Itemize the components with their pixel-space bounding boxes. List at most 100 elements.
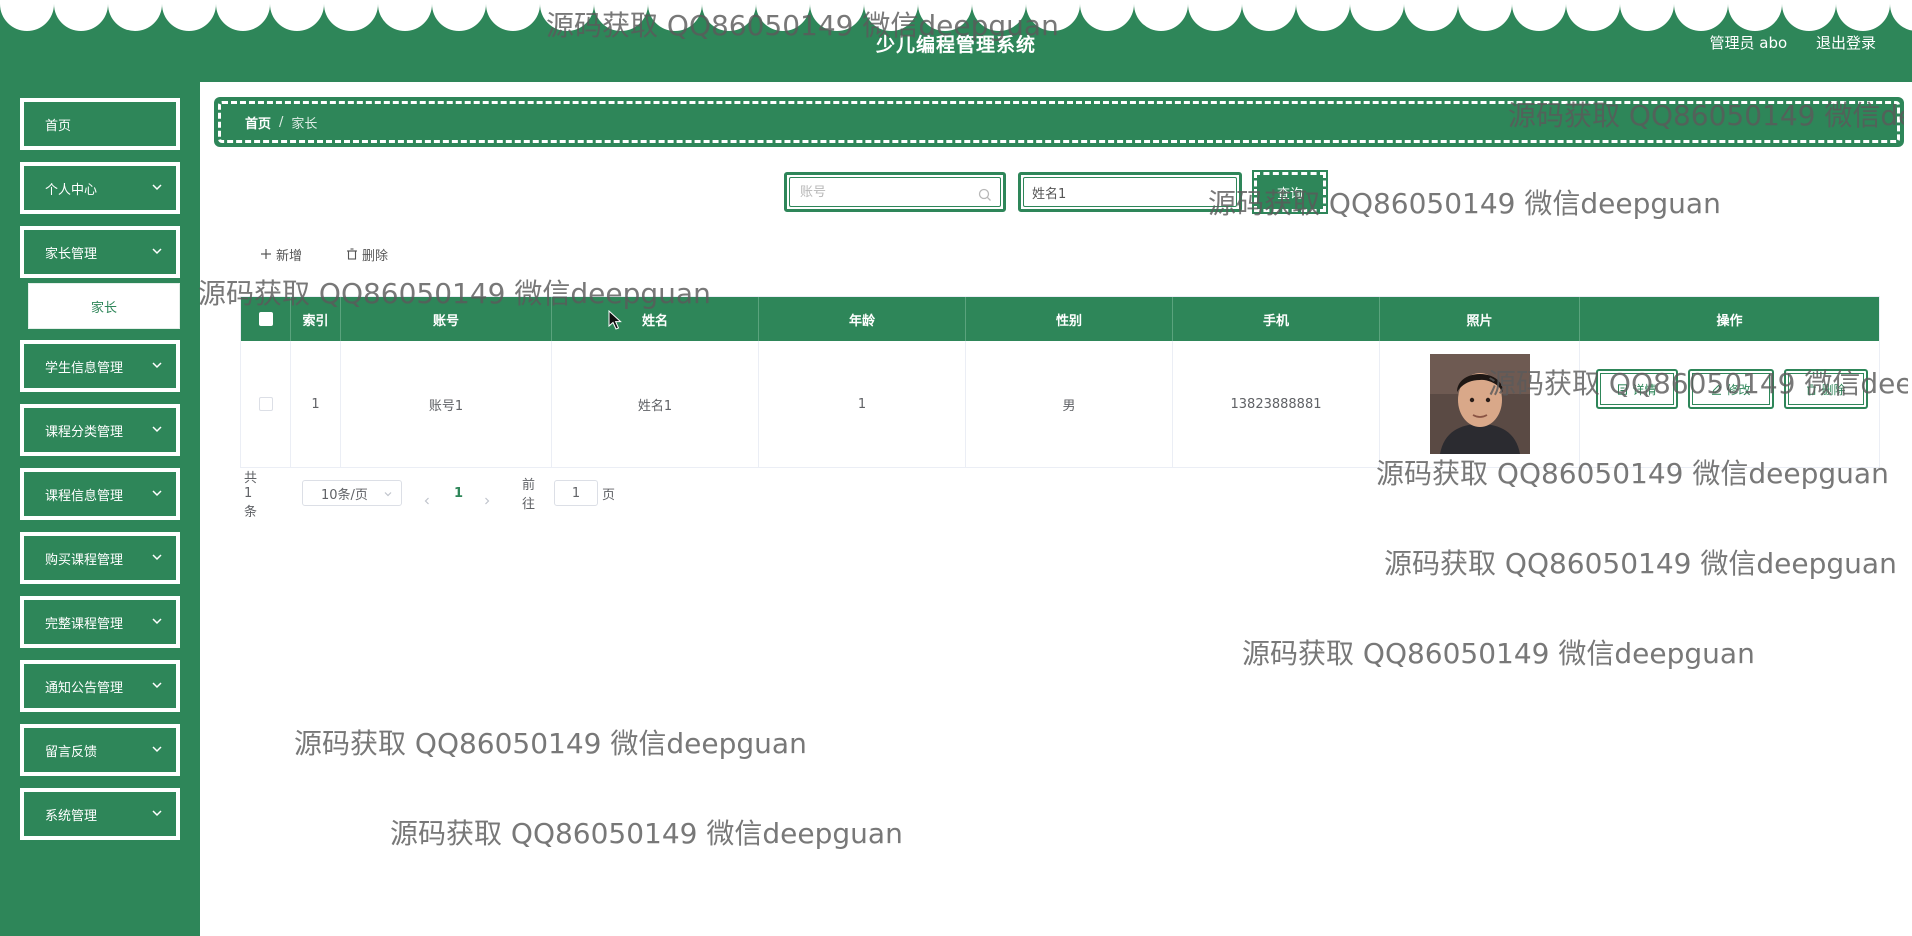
scallop-shape <box>1350 0 1404 31</box>
avatar-photo <box>1429 354 1530 454</box>
goto-page-input[interactable]: 1 <box>554 480 598 506</box>
column-header: 照片 <box>1380 297 1580 341</box>
scallop-shape <box>1026 0 1080 31</box>
breadcrumb-inner: 首页 / 家长 <box>218 101 1900 143</box>
scallop-shape <box>594 0 648 31</box>
sidebar-item-notice[interactable]: 通知公告管理 <box>20 660 180 712</box>
watermark-text: 源码获取 QQ86050149 微信deepguan <box>1384 547 1897 580</box>
scallop-shape <box>432 0 486 31</box>
scallop-shape <box>1296 0 1350 31</box>
name-search-input[interactable]: 姓名1 <box>1032 183 1066 202</box>
sidebar-item-feedback[interactable]: 留言反馈 <box>20 724 180 776</box>
scallop-shape <box>1404 0 1458 31</box>
chevron-down-icon <box>152 184 162 191</box>
sidebar-subitem-parent[interactable]: 家长 <box>28 283 180 329</box>
next-page-icon[interactable] <box>482 488 492 514</box>
scallop-shape <box>1566 0 1620 31</box>
add-button[interactable]: 新增 <box>260 244 302 264</box>
breadcrumb-current: 家长 <box>291 116 318 132</box>
edit-icon <box>1712 384 1722 395</box>
cell-age: 1 <box>759 341 966 467</box>
edit-button-inner: 修改 <box>1692 373 1770 405</box>
search-button[interactable]: 查询 <box>1252 170 1328 214</box>
sidebar-item-purchase-course[interactable]: 购买课程管理 <box>20 532 180 584</box>
sidebar-item-course-category[interactable]: 课程分类管理 <box>20 404 180 456</box>
row-checkbox[interactable] <box>258 397 273 411</box>
scallop-shape <box>324 0 378 31</box>
breadcrumb-home[interactable]: 首页 <box>245 113 271 132</box>
edit-button-label: 修改 <box>1726 382 1751 397</box>
sidebar-item-system[interactable]: 系统管理 <box>20 788 180 840</box>
scallop-shape <box>1188 0 1242 31</box>
column-header: 手机 <box>1173 297 1380 341</box>
scallop-shape <box>864 0 918 31</box>
mouse-cursor-icon <box>608 310 622 330</box>
cell-gender: 男 <box>966 341 1173 467</box>
page-size-select[interactable]: 10条/页 <box>302 480 402 506</box>
scallop-shape <box>0 0 54 31</box>
batch-delete-button[interactable]: 删除 <box>346 244 388 264</box>
scallop-shape <box>1728 0 1782 31</box>
scallop-shape <box>162 0 216 31</box>
column-header: 年龄 <box>759 297 966 341</box>
sidebar-item-student-info[interactable]: 学生信息管理 <box>20 340 180 392</box>
watermark-text: 源码获取 QQ86050149 微信deepguan <box>1242 637 1755 670</box>
pagination-total: 共 1 条 <box>244 470 258 520</box>
scallop-shape <box>54 0 108 31</box>
account-search-inner <box>789 177 1001 207</box>
row-delete-button[interactable]: 删除 <box>1784 369 1868 409</box>
sidebar-item-label: 通知公告管理 <box>45 680 124 696</box>
sidebar-item-label: 系统管理 <box>45 808 98 824</box>
prev-page-icon[interactable] <box>422 488 432 514</box>
sidebar-item-label: 课程信息管理 <box>45 488 124 504</box>
scallop-shape <box>810 0 864 31</box>
row-delete-button-inner: 删除 <box>1788 373 1864 405</box>
detail-button-label: 详情 <box>1632 382 1657 397</box>
detail-button[interactable]: 详情 <box>1596 369 1678 409</box>
logout-link[interactable]: 退出登录 <box>1816 34 1876 52</box>
sidebar-item-parent-management[interactable]: 家长管理 <box>20 226 180 278</box>
cell-operations: 详情 修改 删除 <box>1580 341 1879 467</box>
row-select-cell <box>241 341 291 467</box>
select-all-cell <box>241 297 291 341</box>
column-header: 账号 <box>341 297 552 341</box>
account-search-box <box>784 172 1006 212</box>
scallop-shape <box>918 0 972 31</box>
chevron-down-icon <box>152 426 162 433</box>
edit-button[interactable]: 修改 <box>1688 369 1774 409</box>
sidebar-item-home[interactable]: 首页 <box>20 98 180 150</box>
scallop-shape <box>648 0 702 31</box>
batch-delete-label: 删除 <box>362 248 389 264</box>
column-header: 索引 <box>291 297 341 341</box>
scallop-shape <box>1836 0 1890 31</box>
page-size-value: 10条/页 <box>321 487 368 503</box>
sidebar-item-label: 首页 <box>45 118 72 134</box>
sidebar-item-personal-center[interactable]: 个人中心 <box>20 162 180 214</box>
sidebar-item-complete-course[interactable]: 完整课程管理 <box>20 596 180 648</box>
scallop-shape <box>1134 0 1188 31</box>
chevron-down-icon <box>152 746 162 753</box>
select-all-checkbox[interactable] <box>258 312 273 326</box>
sidebar-subitem-label: 家长 <box>90 300 117 316</box>
scallop-shape <box>972 0 1026 31</box>
watermark-text: 源码获取 QQ86050149 微信deepguan <box>390 817 903 850</box>
scallop-shape <box>1782 0 1836 31</box>
page-number-current[interactable]: 1 <box>454 480 463 506</box>
goto-page-value: 1 <box>571 485 581 501</box>
sidebar-item-course-info[interactable]: 课程信息管理 <box>20 468 180 520</box>
name-search-inner: 姓名1 <box>1023 177 1237 207</box>
scallop-shape <box>1458 0 1512 31</box>
user-label: 管理员 abo <box>1709 34 1788 52</box>
scallop-shape <box>216 0 270 31</box>
column-header: 操作 <box>1716 313 1743 329</box>
sidebar-item-label: 购买课程管理 <box>45 552 124 568</box>
account-search-input[interactable] <box>798 183 964 201</box>
scallop-shape <box>108 0 162 31</box>
scallop-shape <box>1242 0 1296 31</box>
scalloped-border-decoration <box>0 0 1912 31</box>
chevron-down-icon <box>152 682 162 689</box>
breadcrumb-separator: / <box>279 114 284 130</box>
chevron-down-icon <box>152 554 162 561</box>
site-title: 少儿编程管理系统 <box>875 34 1036 56</box>
scallop-shape <box>1620 0 1674 31</box>
